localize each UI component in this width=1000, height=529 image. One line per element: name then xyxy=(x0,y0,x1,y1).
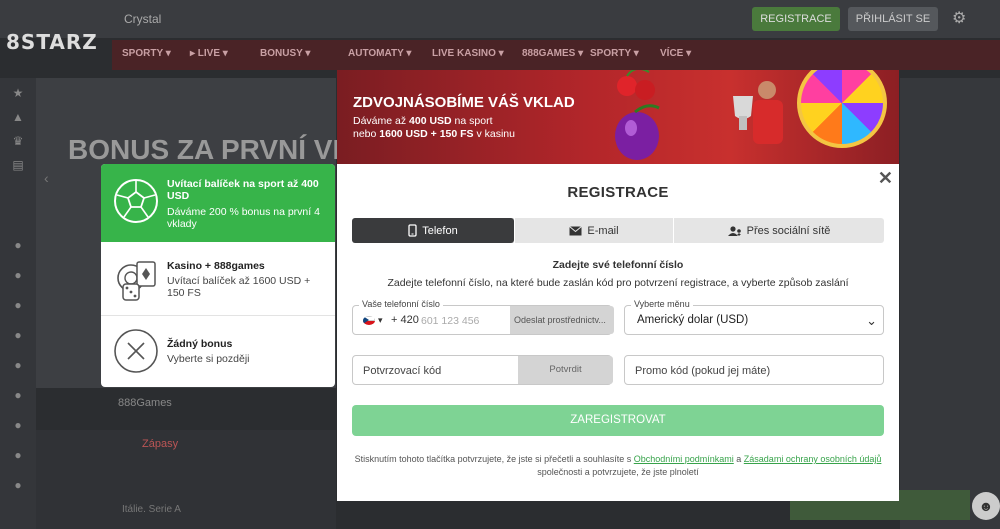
currency-select[interactable]: Vyberte měnu Americký dolar (USD) ⌄ xyxy=(624,299,884,335)
legal-part-3: společnosti a potvrzujete, že jste plnol… xyxy=(537,467,699,477)
fortune-wheel-icon xyxy=(797,70,887,148)
bonus-option-casino-desc: Uvítací balíček až 1600 USD + 150 FS xyxy=(167,275,311,299)
casino-chips-icon xyxy=(117,261,156,301)
confirmation-code-field: Potvrdit xyxy=(352,355,613,385)
soccer-ball-icon xyxy=(114,179,158,223)
nav-item-vice[interactable]: VÍCE ▾ xyxy=(660,48,691,59)
sport-icon-3[interactable]: ● xyxy=(11,298,25,312)
left-sidebar: ★ ▲ ♛ ▤ ● ● ● ● ● ● ● ● ● xyxy=(0,78,36,529)
currency-select-label: Vyberte měnu xyxy=(631,299,693,309)
banner-title: ZDVOJNÁSOBÍME VÁŠ VKLAD xyxy=(353,94,575,111)
phone-prefix: + 420 xyxy=(391,314,419,326)
send-via-button[interactable]: Odeslat prostřednictv... xyxy=(510,306,614,334)
no-bonus-icon xyxy=(114,329,158,373)
nav-item-live[interactable]: ▸ LIVE ▾ xyxy=(190,48,228,59)
tab-phone-label: Telefon xyxy=(422,224,458,237)
settings-gear-icon[interactable]: ⚙ xyxy=(952,8,966,28)
promo-banner: ZDVOJNÁSOBÍME VÁŠ VKLAD Dáváme až 400 US… xyxy=(337,70,899,164)
banner-line-2: nebo 1600 USD + 150 FS v kasinu xyxy=(353,128,515,140)
player-trophy-icon xyxy=(733,81,783,144)
czech-flag-icon[interactable] xyxy=(363,316,375,325)
bonus-option-casino[interactable]: Kasino + 888games Uvítací balíček až 160… xyxy=(101,242,335,315)
phone-input[interactable] xyxy=(421,312,507,330)
users-icon xyxy=(727,225,741,236)
envelope-icon xyxy=(569,225,583,235)
tab-phone[interactable]: Telefon xyxy=(352,218,514,243)
tab-email[interactable]: E-mail xyxy=(515,218,673,243)
confirmation-code-input[interactable] xyxy=(363,363,513,379)
sport-icon-2[interactable]: ● xyxy=(11,268,25,282)
phone-field: Vaše telefonní číslo ▾ + 420 Odeslat pro… xyxy=(352,299,614,335)
tab-email-label: E-mail xyxy=(587,224,619,237)
legal-part-2: a xyxy=(733,454,744,464)
promo-code-input[interactable] xyxy=(635,363,875,379)
matches-strip xyxy=(36,430,336,529)
sport-icon-1[interactable]: ● xyxy=(11,238,25,252)
document-icon[interactable]: ▤ xyxy=(11,158,25,172)
site-logo[interactable]: 8STARZ xyxy=(6,30,98,54)
chevron-down-icon[interactable]: ⌄ xyxy=(866,313,877,329)
modal-title: REGISTRACE xyxy=(567,184,669,201)
bonus-option-none-title: Žádný bonus xyxy=(167,338,233,350)
banner-line-1-bold: 400 USD xyxy=(409,115,452,127)
support-chat-icon[interactable]: ☻ xyxy=(972,492,1000,520)
banner-line-1: Dáváme až 400 USD na sport xyxy=(353,115,493,127)
header-login-button[interactable]: PŘIHLÁSIT SE xyxy=(848,7,938,31)
trophy-icon[interactable]: ♛ xyxy=(11,134,25,148)
bonus-hero-title: BONUS ZA PRVNÍ VKL xyxy=(68,134,370,165)
phone-field-label: Vaše telefonní číslo xyxy=(359,299,443,309)
confirm-button[interactable]: Potvrdit xyxy=(518,356,613,384)
instruction-text: Zadejte telefonní číslo, na které bude z… xyxy=(387,277,849,289)
sport-icon-9[interactable]: ● xyxy=(11,478,25,492)
nav-item-live-kasino[interactable]: LIVE KASINO ▾ xyxy=(432,48,504,59)
nav-item-sporty[interactable]: SPORTY ▾ xyxy=(122,48,171,59)
promo-code-field xyxy=(624,355,884,385)
legal-part-1: Stisknutím tohoto tlačítka potvrzujete, … xyxy=(354,454,634,464)
fruit-cherries-plum-icon xyxy=(615,70,660,160)
match-league-label[interactable]: Itálie. Serie A xyxy=(122,504,181,515)
bonus-option-sport-desc: Dáváme 200 % bonus na první 4 vklady xyxy=(167,206,320,230)
sport-icon-5[interactable]: ● xyxy=(11,358,25,372)
bonus-option-sport-title: Uvítací balíček na sport až 400 USD xyxy=(167,178,319,202)
hero-prev-arrow-icon[interactable]: ‹ xyxy=(44,170,49,186)
chevron-down-icon[interactable]: ▾ xyxy=(378,315,383,326)
nav-item-sporty-2[interactable]: SPORTY ▾ xyxy=(590,48,639,59)
bonus-option-sport[interactable]: Uvítací balíček na sport až 400 USD Dává… xyxy=(101,164,335,242)
tab-social[interactable]: Přes sociální sítě xyxy=(674,218,884,243)
banner-line-2-pre: nebo xyxy=(353,128,380,140)
phone-icon xyxy=(408,224,417,237)
sport-icon-8[interactable]: ● xyxy=(11,448,25,462)
right-panel xyxy=(900,78,1000,529)
nav-item-888games[interactable]: 888GAMES ▾ xyxy=(522,48,583,59)
sport-icon-6[interactable]: ● xyxy=(11,388,25,402)
banner-line-1-pre: Dáváme až xyxy=(353,115,410,127)
nav-item-bonusy[interactable]: BONUSY ▾ xyxy=(260,48,310,59)
nav-item-automaty[interactable]: AUTOMATY ▾ xyxy=(348,48,411,59)
header-register-button[interactable]: REGISTRACE xyxy=(752,7,840,31)
bonus-option-none[interactable]: Žádný bonus Vyberte si později xyxy=(101,316,335,387)
sport-icon-4[interactable]: ● xyxy=(11,328,25,342)
currency-select-value: Americký dolar (USD) xyxy=(637,314,749,326)
thumb-icon[interactable]: ▲ xyxy=(11,110,25,124)
tab-social-label: Přes sociální sítě xyxy=(746,224,831,237)
bonus-option-none-desc: Vyberte si později xyxy=(167,353,250,365)
banner-line-2-post: v kasinu xyxy=(473,128,515,140)
star-icon[interactable]: ★ xyxy=(11,86,25,100)
sport-icon-7[interactable]: ● xyxy=(11,418,25,432)
terms-link[interactable]: Obchodními podmínkami xyxy=(634,454,734,464)
registration-tabs: Telefon E-mail Přes sociální sítě xyxy=(352,218,884,243)
register-submit-button[interactable]: ZAREGISTROVAT xyxy=(352,405,884,436)
main-nav: SPORTY ▾ ▸ LIVE ▾ BONUSY ▾ AUTOMATY ▾ LI… xyxy=(112,40,1000,70)
bonus-option-casino-title: Kasino + 888games xyxy=(167,260,265,272)
tab-zapasy[interactable]: Zápasy xyxy=(142,438,178,450)
instruction-title: Zadejte své telefonní číslo xyxy=(552,259,684,271)
registration-modal: ✕ REGISTRACE Telefon E-mail Přes sociáln… xyxy=(337,164,899,501)
banner-line-1-post: na sport xyxy=(451,115,493,127)
legal-text: Stisknutím tohoto tlačítka potvrzujete, … xyxy=(349,453,887,479)
crystal-label[interactable]: Crystal xyxy=(124,12,161,26)
privacy-policy-link[interactable]: Zásadami ochrany osobních údajů xyxy=(744,454,882,464)
games-label[interactable]: 888Games xyxy=(118,397,172,409)
bonus-chooser: Uvítací balíček na sport až 400 USD Dává… xyxy=(101,164,335,387)
banner-line-2-bold: 1600 USD + 150 FS xyxy=(379,128,474,140)
